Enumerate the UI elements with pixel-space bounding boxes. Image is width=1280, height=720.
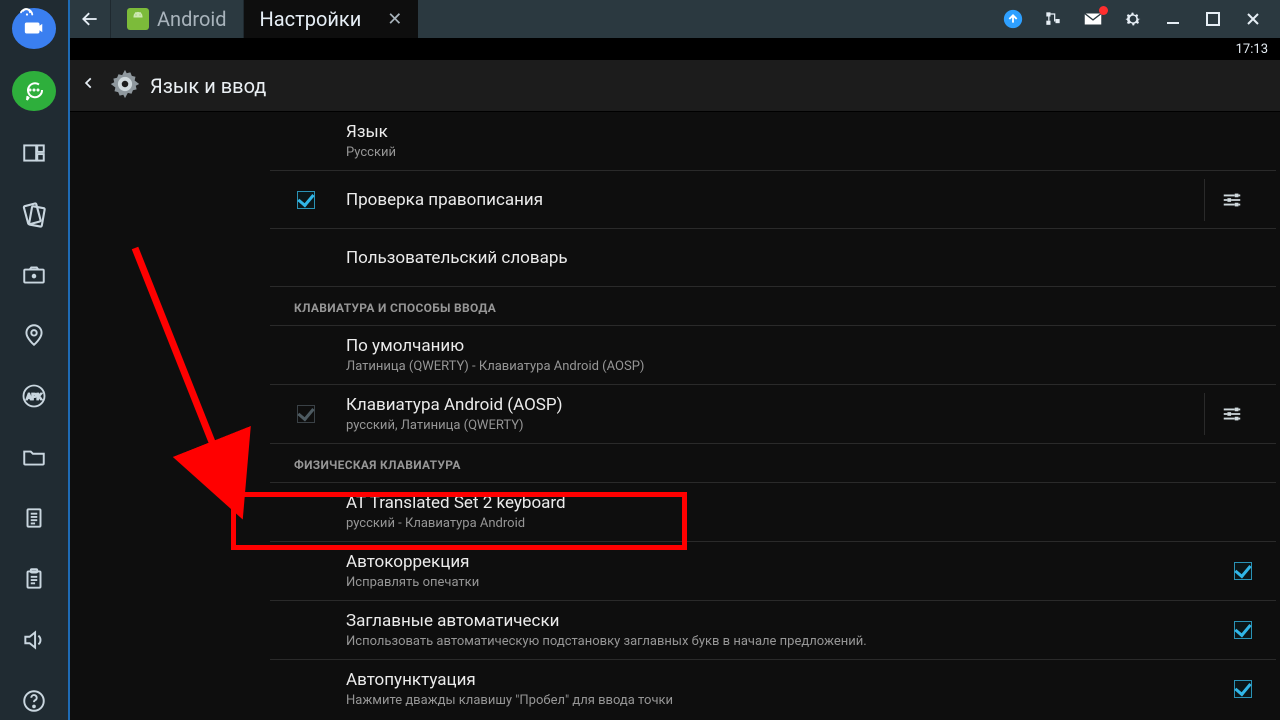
dock-copy-icon[interactable] bbox=[13, 499, 55, 538]
spellcheck-settings-icon[interactable] bbox=[1204, 179, 1258, 221]
settings-content: Язык Русский Проверка правописания bbox=[70, 112, 1280, 720]
gear-icon[interactable] bbox=[1122, 8, 1144, 30]
window-titlebar: Android Настройки ✕ bbox=[70, 0, 1280, 38]
dock-rotate-icon[interactable] bbox=[13, 194, 55, 233]
row-autocorrect[interactable]: Автокоррекция Исправлять опечатки bbox=[270, 542, 1276, 601]
tab-settings[interactable]: Настройки ✕ bbox=[243, 0, 419, 38]
row-autocaps[interactable]: Заглавные автоматически Использовать авт… bbox=[270, 601, 1276, 660]
main-area: Android Настройки ✕ 17:13 bbox=[68, 0, 1280, 720]
row-physkb-title: AT Translated Set 2 keyboard bbox=[346, 493, 1258, 513]
row-physical-keyboard[interactable]: AT Translated Set 2 keyboard русский - К… bbox=[270, 483, 1276, 542]
row-autocaps-sub: Использовать автоматическую подстановку … bbox=[346, 634, 1228, 649]
dock-location-icon[interactable] bbox=[13, 316, 55, 355]
row-autocorrect-sub: Исправлять опечатки bbox=[346, 575, 1228, 590]
tab-android-label: Android bbox=[157, 7, 227, 31]
android-kb-checkbox bbox=[297, 405, 315, 423]
row-default-sub: Латиница (QWERTY) - Клавиатура Android (… bbox=[346, 359, 1258, 374]
dock-help-icon[interactable] bbox=[13, 681, 55, 720]
dock-record-icon[interactable] bbox=[12, 8, 56, 49]
section-physical-keyboard: ФИЗИЧЕСКАЯ КЛАВИАТУРА bbox=[270, 444, 1276, 483]
autocaps-checkbox[interactable] bbox=[1234, 621, 1252, 639]
row-spellcheck-title: Проверка правописания bbox=[346, 190, 1204, 210]
notification-badge bbox=[1099, 6, 1108, 15]
row-default-im[interactable]: По умолчанию Латиница (QWERTY) - Клавиат… bbox=[270, 326, 1276, 385]
row-language-sub: Русский bbox=[346, 145, 1258, 160]
android-actionbar: Язык и ввод bbox=[70, 60, 1280, 112]
row-language[interactable]: Язык Русский bbox=[270, 112, 1276, 171]
row-autopunct-title: Автопунктуация bbox=[346, 670, 1228, 690]
row-autopunct-sub: Нажмите дважды клавишу "Пробел" для ввод… bbox=[346, 693, 1228, 708]
dock-clipboard-icon[interactable] bbox=[13, 559, 55, 598]
row-userdict[interactable]: Пользовательский словарь bbox=[270, 229, 1276, 287]
upload-icon[interactable] bbox=[1002, 8, 1024, 30]
android-icon bbox=[127, 8, 149, 30]
app-root: APK Android bbox=[0, 0, 1280, 720]
row-androidkb-title: Клавиатура Android (AOSP) bbox=[346, 395, 1204, 415]
titlebar-actions bbox=[986, 0, 1280, 38]
row-userdict-title: Пользовательский словарь bbox=[346, 248, 1258, 268]
row-autocorrect-title: Автокоррекция bbox=[346, 552, 1228, 572]
minimize-button[interactable] bbox=[1162, 8, 1184, 30]
android-kb-settings-icon[interactable] bbox=[1204, 393, 1258, 435]
row-language-title: Язык bbox=[346, 122, 1258, 142]
section-keyboard-methods: КЛАВИАТУРА И СПОСОБЫ ВВОДА bbox=[270, 287, 1276, 326]
dock-volume-icon[interactable] bbox=[13, 620, 55, 659]
row-default-title: По умолчанию bbox=[346, 336, 1258, 356]
close-button[interactable] bbox=[1242, 8, 1264, 30]
row-androidkb-sub: русский, Латиница (QWERTY) bbox=[346, 418, 1204, 433]
actionbar-back-icon[interactable] bbox=[78, 72, 100, 100]
row-android-keyboard[interactable]: Клавиатура Android (AOSP) русский, Латин… bbox=[270, 385, 1276, 444]
dock-multiwin-icon[interactable] bbox=[13, 133, 55, 172]
emulator-dock: APK bbox=[0, 0, 68, 720]
mail-icon[interactable] bbox=[1082, 8, 1104, 30]
tab-android[interactable]: Android bbox=[110, 0, 243, 38]
dock-camera-icon[interactable] bbox=[13, 255, 55, 294]
tab-close-button[interactable]: ✕ bbox=[387, 9, 402, 30]
spellcheck-checkbox[interactable] bbox=[297, 191, 315, 209]
status-time: 17:13 bbox=[1236, 42, 1268, 57]
row-autocaps-title: Заглавные автоматически bbox=[346, 611, 1228, 631]
actionbar-title: Язык и ввод bbox=[150, 74, 266, 98]
dock-apk-icon[interactable]: APK bbox=[13, 377, 55, 416]
maximize-button[interactable] bbox=[1202, 8, 1224, 30]
row-autopunct[interactable]: Автопунктуация Нажмите дважды клавишу "П… bbox=[270, 660, 1276, 718]
dock-chat-icon[interactable] bbox=[12, 71, 56, 112]
row-physkb-sub: русский - Клавиатура Android bbox=[346, 516, 1258, 531]
dock-folder-icon[interactable] bbox=[13, 438, 55, 477]
tab-settings-label: Настройки bbox=[260, 7, 362, 31]
network-icon[interactable] bbox=[1042, 8, 1064, 30]
row-spellcheck[interactable]: Проверка правописания bbox=[270, 171, 1276, 229]
svg-text:APK: APK bbox=[26, 392, 42, 402]
autopunct-checkbox[interactable] bbox=[1234, 680, 1252, 698]
android-statusbar: 17:13 bbox=[70, 38, 1280, 60]
autocorrect-checkbox[interactable] bbox=[1234, 562, 1252, 580]
titlebar-back-button[interactable] bbox=[70, 0, 110, 38]
settings-gear-icon bbox=[108, 67, 142, 105]
